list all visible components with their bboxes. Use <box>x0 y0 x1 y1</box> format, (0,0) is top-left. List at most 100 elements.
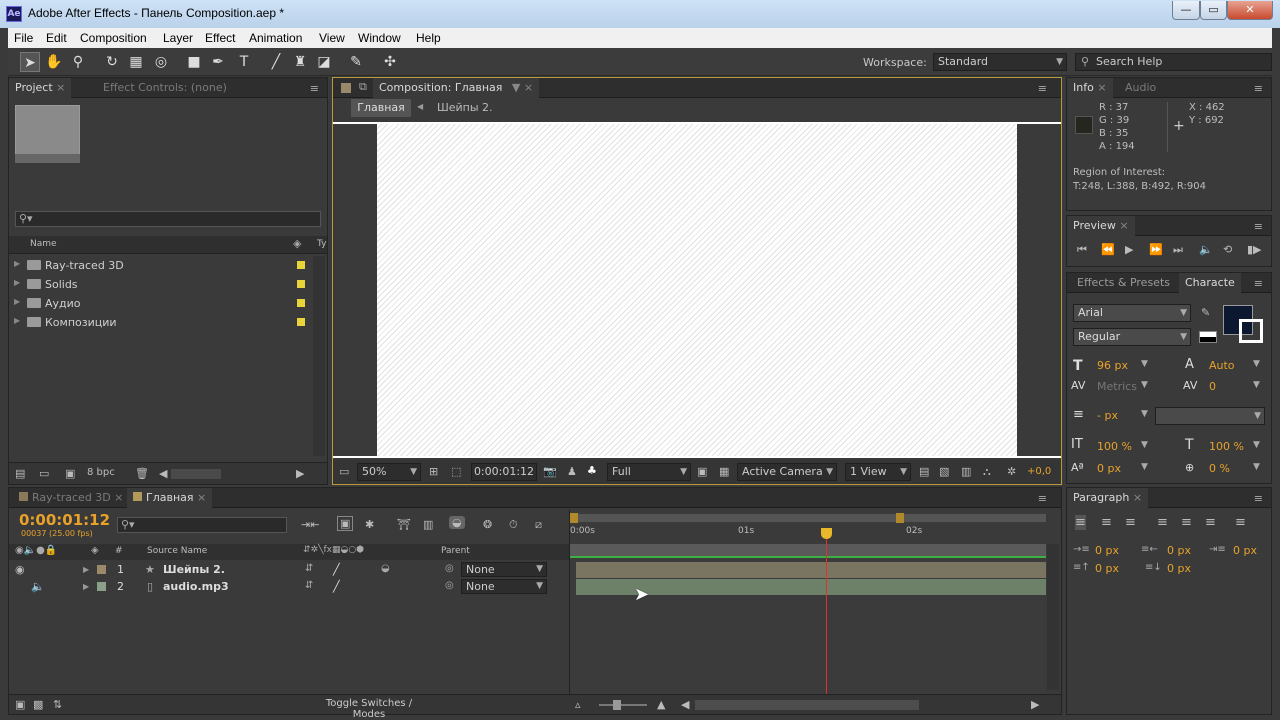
eraser-tool-icon[interactable]: ◪ <box>314 52 334 72</box>
tab-effect-controls[interactable]: Effect Controls: (none) <box>97 78 233 98</box>
tab-preview[interactable]: Preview × <box>1067 216 1135 236</box>
font-family-dropdown[interactable]: Arial ▼ <box>1073 304 1191 322</box>
tab-character[interactable]: Characte <box>1179 273 1241 293</box>
new-folder-icon[interactable]: ▭ <box>39 467 49 480</box>
loop-icon[interactable]: ⟲ <box>1223 243 1232 256</box>
breadcrumb-active[interactable]: Главная <box>351 99 411 117</box>
frame-blending-icon[interactable]: ▥ <box>423 518 433 531</box>
panel-menu-icon[interactable]: ≡ <box>1038 492 1047 505</box>
menu-window[interactable]: Window <box>358 31 401 45</box>
camera-snapshot-icon[interactable]: 📷 <box>543 465 557 478</box>
breadcrumb-item[interactable]: Шейпы 2. <box>437 101 493 114</box>
justify-center-icon[interactable]: ≡ <box>1181 515 1192 530</box>
minimize-button[interactable]: — <box>1172 1 1200 20</box>
panel-menu-icon[interactable]: ≡ <box>1254 82 1263 95</box>
hand-tool-icon[interactable]: ✋ <box>44 52 64 72</box>
tracking-value[interactable]: 0 <box>1209 380 1216 393</box>
project-search-input[interactable]: ⚲▾ <box>15 211 321 227</box>
justify-right-icon[interactable]: ≡ <box>1205 515 1216 530</box>
toggle-switches-modes-button[interactable]: Toggle Switches / Modes <box>309 698 429 720</box>
tab-effects-presets[interactable]: Effects & Presets <box>1071 273 1176 293</box>
space-after-value[interactable]: 0 px <box>1167 562 1191 575</box>
brainstorm-icon[interactable]: ❂ <box>483 518 492 531</box>
new-composition-icon[interactable]: ▣ <box>65 467 75 480</box>
views-dropdown[interactable]: 1 View ▼ <box>845 463 911 481</box>
menu-animation[interactable]: Animation <box>249 31 302 45</box>
panel-menu-icon[interactable]: ≡ <box>1254 277 1263 290</box>
title-safe-icon[interactable]: ⊞ <box>429 465 438 478</box>
indent-right-value[interactable]: 0 px <box>1167 544 1191 557</box>
menu-edit[interactable]: Edit <box>46 31 67 45</box>
exposure-value[interactable]: +0,0 <box>1027 466 1051 477</box>
scroll-right-icon[interactable]: ▶ <box>1031 698 1039 711</box>
work-area-end-handle[interactable] <box>896 513 904 523</box>
tab-audio[interactable]: Audio <box>1119 78 1162 98</box>
horizontal-scale-value[interactable]: 100 % <box>1209 440 1244 453</box>
rectangle-tool-icon[interactable]: ■ <box>184 52 204 72</box>
preview-icon[interactable]: ▭ <box>339 465 349 478</box>
puppet-tool-icon[interactable]: ✣ <box>380 52 400 72</box>
flowchart-icon[interactable]: ⛬ <box>983 465 991 479</box>
selection-tool-icon[interactable]: ➤ <box>20 52 40 72</box>
zoom-in-icon[interactable]: ▲ <box>657 698 665 711</box>
indent-first-line-value[interactable]: 0 px <box>1233 544 1257 557</box>
audio-icon[interactable]: 🔈 <box>1199 243 1213 256</box>
tab-info[interactable]: Info × <box>1067 78 1113 98</box>
previous-frame-icon[interactable]: ⏪ <box>1101 243 1115 256</box>
camera-tool-icon[interactable]: ▦ <box>126 52 146 72</box>
indent-left-value[interactable]: 0 px <box>1095 544 1119 557</box>
panel-menu-icon[interactable]: ≡ <box>1038 82 1047 95</box>
justify-left-icon[interactable]: ≡ <box>1157 515 1168 530</box>
comp-mini-flowchart-icon[interactable]: ⇥⇤ <box>301 518 319 531</box>
zoom-slider[interactable] <box>599 704 647 706</box>
auto-keyframe-icon[interactable]: ⧄ <box>535 518 542 532</box>
draft-3d-icon[interactable]: ✱ <box>365 518 374 531</box>
resolution-dropdown[interactable]: Full ▼ <box>607 463 691 481</box>
list-item[interactable]: ▶ Ray-traced 3D <box>9 256 311 275</box>
composition-viewer[interactable] <box>333 122 1061 458</box>
col-type[interactable]: Ty <box>317 239 326 249</box>
panel-menu-icon[interactable]: ≡ <box>1254 492 1263 505</box>
menu-view[interactable]: View <box>319 31 345 45</box>
close-button[interactable]: ✕ <box>1227 1 1273 20</box>
black-white-swatch[interactable] <box>1199 331 1217 343</box>
transparency-grid-icon[interactable]: ▦ <box>719 465 729 478</box>
comp-flowchart-icon[interactable]: ⧉ <box>359 80 367 94</box>
graph-editor-icon[interactable]: ⏱ <box>509 518 518 532</box>
stroke-width-value[interactable]: - px <box>1097 409 1118 422</box>
hide-shy-icon[interactable]: ⛩ <box>397 518 411 531</box>
trash-icon[interactable]: 🗑 <box>135 467 149 480</box>
align-center-icon[interactable]: ≡ <box>1101 515 1112 530</box>
list-item[interactable]: ▶ Аудио <box>9 294 311 313</box>
menu-file[interactable]: File <box>14 31 33 45</box>
fast-previews-icon[interactable]: ▧ <box>939 465 949 478</box>
in-out-icon[interactable]: ⇅ <box>53 698 62 711</box>
timeline-search-input[interactable]: ⚲▾ <box>117 517 287 533</box>
work-area-start-handle[interactable] <box>570 513 578 523</box>
rotate-tool-icon[interactable]: ↻ <box>102 52 122 72</box>
font-size-value[interactable]: 96 px <box>1097 359 1128 372</box>
font-style-dropdown[interactable]: Regular ▼ <box>1073 328 1191 346</box>
playhead-line[interactable] <box>826 530 827 712</box>
timeline-graph-area[interactable]: 0:00s 01s 02s ➤ <box>569 510 1046 712</box>
clone-stamp-tool-icon[interactable]: ♜ <box>290 52 310 72</box>
time-ruler[interactable]: 0:00s 01s 02s <box>570 524 1046 542</box>
timeline-hscroll-thumb[interactable] <box>695 700 919 710</box>
menu-help[interactable]: Help <box>416 31 441 45</box>
tab-project[interactable]: Project × <box>9 78 72 98</box>
mask-visibility-icon[interactable]: ⬚ <box>451 465 461 478</box>
horizontal-scroll-thumb[interactable] <box>171 469 221 479</box>
align-right-icon[interactable]: ≡ <box>1125 515 1136 530</box>
timeline-scrollbar[interactable] <box>1047 544 1059 690</box>
list-item[interactable]: ▶ Композиции <box>9 313 311 332</box>
layer-switches-icon[interactable]: ▣ <box>15 698 25 711</box>
reset-exposure-icon[interactable]: ✲ <box>1007 465 1016 478</box>
work-area-bar[interactable] <box>570 514 1046 522</box>
region-of-interest-icon[interactable]: ▣ <box>697 465 707 478</box>
project-scrollbar[interactable] <box>313 256 325 456</box>
eyedropper-icon[interactable]: ✎ <box>1201 306 1210 319</box>
col-name[interactable]: Name <box>30 239 57 249</box>
menu-layer[interactable]: Layer <box>163 31 193 45</box>
scroll-right-icon[interactable]: ▶ <box>296 467 304 480</box>
motion-blur-icon[interactable]: ◒ <box>449 516 465 529</box>
